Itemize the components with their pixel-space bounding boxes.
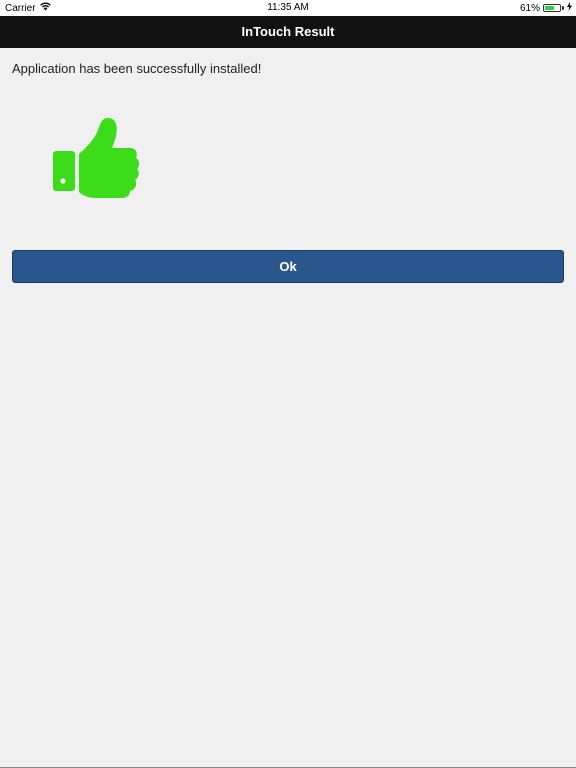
success-message: Application has been successfully instal…	[12, 61, 262, 76]
ok-button[interactable]: Ok	[12, 250, 564, 283]
battery-cap	[562, 6, 564, 10]
status-bar: Carrier 11:35 AM 61%	[0, 0, 576, 16]
charging-bolt-icon	[567, 2, 572, 14]
battery-icon	[543, 4, 561, 12]
battery-level-fill	[545, 6, 554, 10]
battery-group: 61%	[520, 2, 572, 14]
battery-percent: 61%	[519, 2, 540, 14]
page-title: InTouch Result	[241, 24, 335, 39]
ok-button-label: Ok	[279, 259, 297, 274]
clock: 11:35 AM	[267, 2, 309, 13]
nav-bar: InTouch Result	[0, 16, 576, 48]
thumbs-up-icon	[50, 114, 142, 202]
